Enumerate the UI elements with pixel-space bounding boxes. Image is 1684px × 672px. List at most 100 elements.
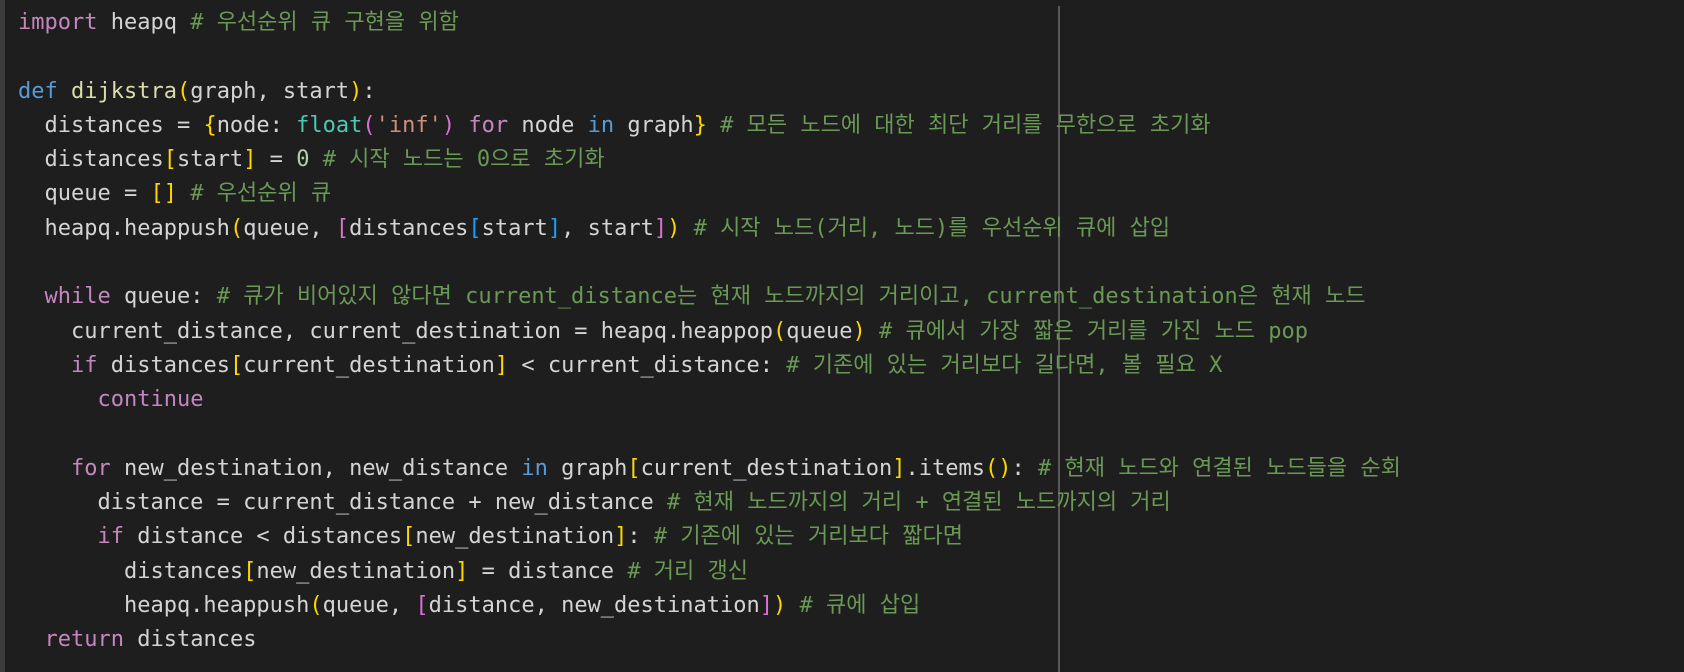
code-editor[interactable]: import heapq # 우선순위 큐 구현을 위함 def dijkstr… <box>0 0 1684 672</box>
code-token: { <box>203 112 217 138</box>
code-comment: # 우선순위 큐 구현을 위함 <box>190 10 459 35</box>
code-line[interactable]: import heapq # 우선순위 큐 구현을 위함 <box>18 6 1401 40</box>
code-token: [ <box>468 215 482 241</box>
code-token: , start <box>561 215 654 241</box>
code-token: new_destination, new_distance <box>110 455 522 481</box>
code-token: ] <box>892 455 906 481</box>
code-token: [ <box>402 524 416 550</box>
code-line[interactable]: current_distance, current_destination = … <box>18 315 1401 349</box>
code-token: = <box>256 147 297 173</box>
code-token: ] <box>455 558 469 584</box>
code-token: if <box>97 524 124 550</box>
code-token: start <box>481 215 548 241</box>
code-comment: # 큐에서 가장 짧은 거리를 가진 노드 pop <box>878 318 1309 344</box>
code-line[interactable] <box>18 246 1401 280</box>
code-token: 0 <box>296 147 310 173</box>
code-token: distances = <box>18 112 204 138</box>
code-comment: # 모든 노드에 대한 최단 거리를 무한으로 초기화 <box>720 112 1211 138</box>
code-line[interactable]: while queue: # 큐가 비어있지 않다면 current_dista… <box>18 280 1401 314</box>
code-line[interactable]: if distance < distances[new_destination]… <box>18 520 1401 554</box>
code-token: [] <box>150 181 177 207</box>
code-line[interactable]: distances = {node: float('inf') for node… <box>18 109 1401 143</box>
code-token: node <box>508 112 588 138</box>
code-token: ) <box>667 215 681 241</box>
code-line[interactable]: distances[start] = 0 # 시작 노드는 0으로 초기화 <box>18 143 1401 177</box>
code-comment: # 시작 노드는 0으로 초기화 <box>322 147 605 173</box>
code-token: graph, start <box>190 78 350 104</box>
code-token: ) <box>441 112 456 138</box>
code-token: dijkstra <box>71 78 177 104</box>
code-token: for <box>70 455 111 481</box>
code-token: current_destination <box>640 455 893 481</box>
code-token: in <box>521 455 548 481</box>
code-token: ( <box>309 593 323 619</box>
code-line[interactable] <box>18 40 1401 74</box>
code-token: [ <box>335 215 350 241</box>
code-token: ( <box>362 112 376 138</box>
code-comment: # 큐에 삽입 <box>799 593 921 619</box>
code-token: ] <box>759 593 774 619</box>
code-token: float <box>296 112 363 138</box>
code-token: .items <box>905 455 985 481</box>
code-token: for <box>468 112 509 138</box>
code-token: ] <box>614 524 628 550</box>
code-line[interactable]: def dijkstra(graph, start): <box>18 75 1401 109</box>
code-token: in <box>587 112 615 138</box>
code-token: new_destination <box>415 524 615 550</box>
code-token: [ <box>243 558 257 584</box>
code-line[interactable]: heapq.heappush(queue, [distance, new_des… <box>18 589 1401 623</box>
code-area[interactable]: import heapq # 우선순위 큐 구현을 위함 def dijkstr… <box>18 6 1401 658</box>
code-token: : <box>627 524 654 550</box>
code-token: distances <box>18 147 164 173</box>
code-token: heappush <box>123 215 230 241</box>
code-token: queue <box>786 318 853 344</box>
code-token: current_destination <box>243 352 495 378</box>
code-token: graph <box>547 455 628 481</box>
code-token: current_distance, current_destination = … <box>18 318 773 344</box>
code-line[interactable]: for new_destination, new_distance in gra… <box>18 452 1401 486</box>
code-token: queue = <box>18 181 151 207</box>
code-token: distances <box>123 627 257 653</box>
code-line[interactable] <box>18 418 1401 452</box>
code-token: heapq. <box>18 215 124 241</box>
code-token: 'inf' <box>375 112 442 138</box>
code-token: continue <box>97 387 204 413</box>
code-token: [ <box>163 147 177 173</box>
code-token: ( <box>229 215 244 241</box>
code-token: ) <box>852 318 866 344</box>
code-token: } <box>693 112 707 138</box>
code-token: new_destination <box>256 558 456 584</box>
code-comment: # 기존에 있는 거리보다 길다면, 볼 필요 X <box>786 352 1223 378</box>
code-comment: # 큐가 비어있지 않다면 current_distance는 현재 노드까지의… <box>216 284 1366 310</box>
code-token: distances <box>97 352 230 378</box>
code-token: distances <box>349 215 469 241</box>
code-token: start <box>176 147 244 173</box>
code-line[interactable]: heapq.heappush(queue, [distances[start],… <box>18 212 1401 246</box>
code-token: : <box>362 78 376 104</box>
code-line[interactable]: queue = [] # 우선순위 큐 <box>18 177 1401 211</box>
code-token: < current_distance: <box>508 352 787 378</box>
code-token: distance < distances <box>123 524 403 550</box>
code-token: ] <box>243 147 257 173</box>
editor-gutter <box>0 0 5 672</box>
code-line[interactable]: continue <box>18 383 1401 417</box>
code-line[interactable]: distance = current_distance + new_distan… <box>18 486 1401 520</box>
code-token: distances <box>18 558 244 584</box>
code-line[interactable]: if distances[current_destination] < curr… <box>18 349 1401 383</box>
code-token: ] <box>494 352 509 378</box>
code-line[interactable]: return distances <box>18 623 1401 657</box>
code-token: : <box>1011 455 1038 481</box>
code-line[interactable]: distances[new_destination] = distance # … <box>18 555 1401 589</box>
code-token: heapq <box>97 10 191 35</box>
